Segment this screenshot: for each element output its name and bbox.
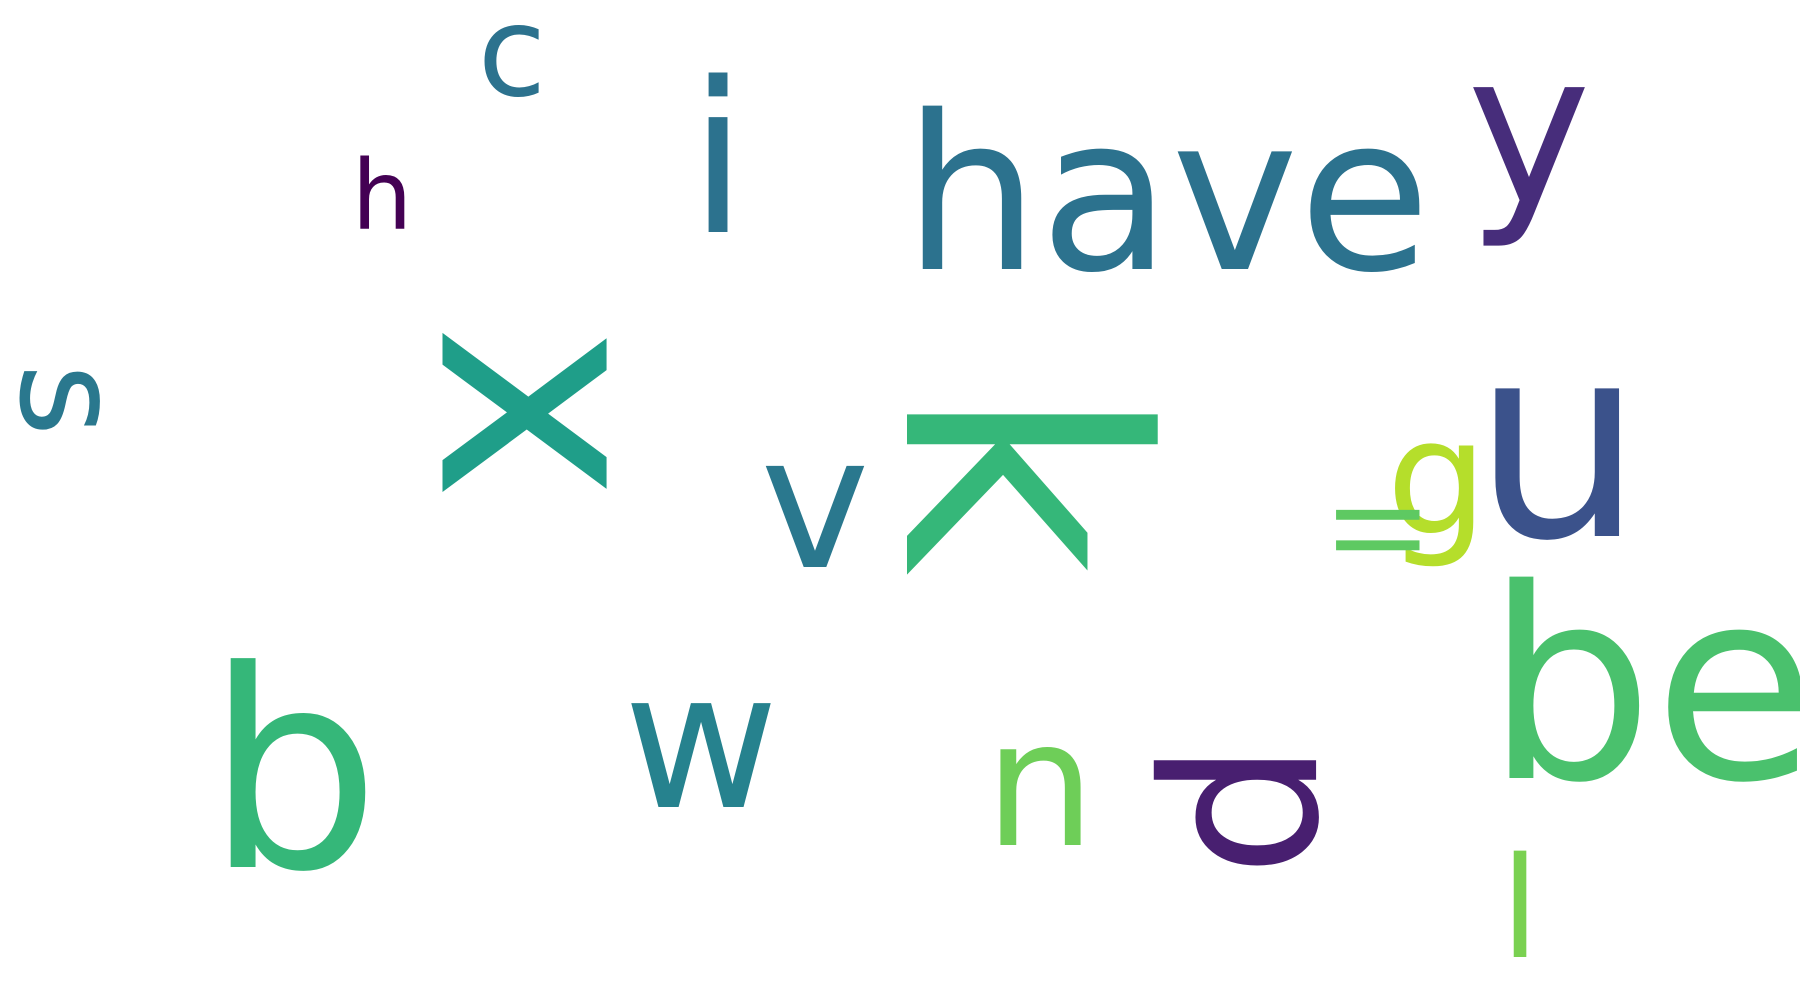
word-v: v	[760, 395, 869, 611]
word-ll: ll	[1310, 499, 1438, 560]
word-b: b	[206, 612, 381, 932]
word-w: w	[623, 631, 778, 852]
word-i: i	[689, 37, 747, 282]
word-have: have	[903, 69, 1431, 320]
word-k: k	[829, 384, 1213, 575]
word-l: l	[1501, 828, 1540, 991]
word-n: n	[985, 684, 1096, 887]
word-c: c	[478, 0, 547, 125]
word-cloud: x k have be b u p i w y v n s c g ll l h	[0, 0, 1800, 1000]
word-h: h	[352, 140, 413, 252]
word-x: x	[372, 324, 721, 502]
word-u: u	[1472, 285, 1643, 600]
word-y: y	[1467, 7, 1591, 252]
word-p: p	[1148, 741, 1399, 877]
word-s: s	[0, 364, 151, 437]
